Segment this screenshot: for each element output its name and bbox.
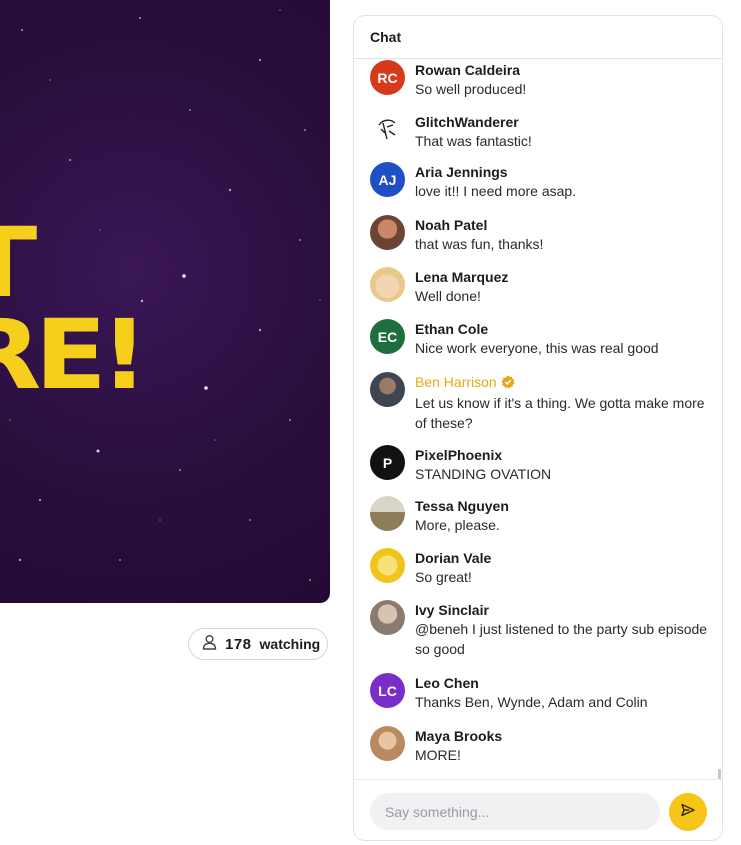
avatar[interactable] xyxy=(370,215,405,250)
message-author[interactable]: Leo Chen xyxy=(415,674,710,692)
viewer-count-badge: 178 watching xyxy=(188,628,328,660)
avatar[interactable]: AJ xyxy=(370,162,405,197)
avatar[interactable]: RC xyxy=(370,60,405,95)
message-text: Thanks Ben, Wynde, Adam and Colin xyxy=(415,694,648,710)
message-text: That was fantastic! xyxy=(415,133,532,149)
video-title-line1: T xyxy=(0,215,37,311)
message-author[interactable]: Ivy Sinclair xyxy=(415,601,710,619)
chat-message-input[interactable] xyxy=(370,793,660,830)
message-author[interactable]: Rowan Caldeira xyxy=(415,61,710,79)
message-text: So great! xyxy=(415,569,472,585)
chat-message: Tessa Nguyen More, please. xyxy=(370,496,710,535)
person-icon xyxy=(202,634,217,655)
chat-message: Noah Patel that was fun, thanks! xyxy=(370,215,710,254)
viewer-count: 178 xyxy=(225,635,252,653)
avatar[interactable] xyxy=(370,726,405,761)
message-author[interactable]: Noah Patel xyxy=(415,216,710,234)
chat-message-list[interactable]: RC Rowan Caldeira So well produced! Glit… xyxy=(354,59,722,779)
avatar[interactable] xyxy=(370,372,405,407)
message-text: that was fun, thanks! xyxy=(415,236,544,252)
message-author[interactable]: Maya Brooks xyxy=(415,727,710,745)
chat-composer xyxy=(354,779,722,840)
verified-badge-icon xyxy=(501,375,515,393)
viewer-count-label: watching xyxy=(259,636,321,652)
video-player[interactable]: T RE! xyxy=(0,0,330,603)
message-text: STANDING OVATION xyxy=(415,466,552,482)
chat-message: Ben Harrison Let us know if it's a thing… xyxy=(370,372,710,433)
chat-title: Chat xyxy=(354,16,722,59)
message-text: So well produced! xyxy=(415,81,527,97)
message-author[interactable]: Dorian Vale xyxy=(415,549,710,567)
video-title-line2: RE! xyxy=(0,299,148,411)
sketch-avatar-icon xyxy=(377,119,395,139)
chat-message: P PixelPhoenix STANDING OVATION xyxy=(370,445,710,484)
chat-message: LC Leo Chen Thanks Ben, Wynde, Adam and … xyxy=(370,673,710,712)
message-author[interactable]: Ethan Cole xyxy=(415,320,710,338)
avatar[interactable]: P xyxy=(370,445,405,480)
chat-panel: Chat RC Rowan Caldeira So well produced!… xyxy=(353,15,723,841)
message-text: Nice work everyone, this was real good xyxy=(415,340,659,356)
chat-message: GlitchWanderer That was fantastic! xyxy=(370,112,710,151)
chat-scrollbar[interactable] xyxy=(718,769,721,779)
send-button[interactable] xyxy=(669,793,707,831)
message-author[interactable]: Lena Marquez xyxy=(415,268,710,286)
chat-message: AJ Aria Jennings love it!! I need more a… xyxy=(370,162,710,201)
chat-message: Maya Brooks MORE! xyxy=(370,726,710,765)
chat-message: Lena Marquez Well done! xyxy=(370,267,710,306)
message-text: Well done! xyxy=(415,288,481,304)
avatar[interactable] xyxy=(370,496,405,531)
send-icon xyxy=(680,802,696,823)
message-author[interactable]: PixelPhoenix xyxy=(415,446,710,464)
message-author[interactable]: GlitchWanderer xyxy=(415,113,710,131)
message-author-host[interactable]: Ben Harrison xyxy=(415,373,710,393)
chat-message: Dorian Vale So great! xyxy=(370,548,710,587)
avatar[interactable]: LC xyxy=(370,673,405,708)
message-author[interactable]: Tessa Nguyen xyxy=(415,497,710,515)
avatar[interactable] xyxy=(370,267,405,302)
avatar[interactable] xyxy=(370,600,405,635)
message-text: love it!! I need more asap. xyxy=(415,183,577,199)
message-text: MORE! xyxy=(415,747,461,763)
message-author[interactable]: Ben Harrison xyxy=(415,374,497,390)
avatar[interactable] xyxy=(370,112,405,147)
message-text: More, please. xyxy=(415,517,500,533)
chat-message: EC Ethan Cole Nice work everyone, this w… xyxy=(370,319,710,358)
avatar[interactable] xyxy=(370,548,405,583)
message-text: Let us know if it's a thing. We gotta ma… xyxy=(415,395,705,431)
chat-message: RC Rowan Caldeira So well produced! xyxy=(370,60,710,99)
message-text: @beneh I just listened to the party sub … xyxy=(415,621,708,657)
avatar[interactable]: EC xyxy=(370,319,405,354)
message-author[interactable]: Aria Jennings xyxy=(415,163,710,181)
chat-message: Ivy Sinclair @beneh I just listened to t… xyxy=(370,600,710,659)
